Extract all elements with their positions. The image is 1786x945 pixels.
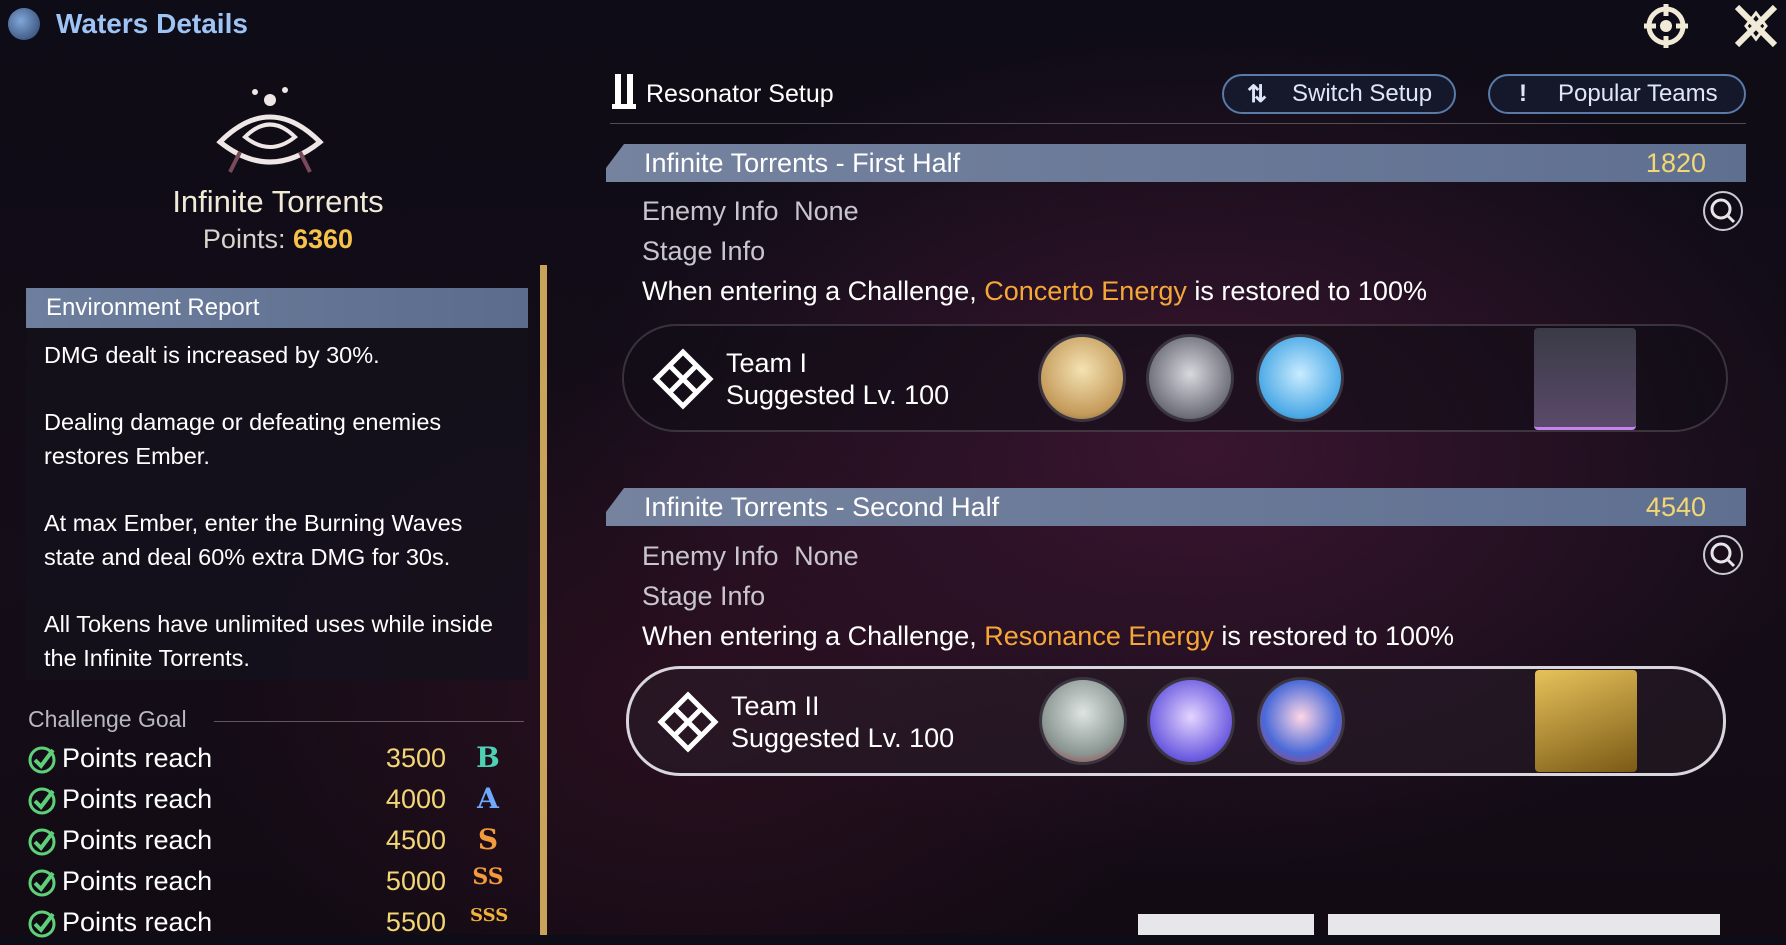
team-card-1[interactable]: Team I Suggested Lv. 100 (622, 324, 1728, 432)
left-scrollbar[interactable] (540, 265, 547, 935)
enemy-info-value: None (794, 541, 859, 571)
challenge-goal-title: Challenge Goal (28, 706, 187, 732)
echo-slot[interactable] (1535, 670, 1637, 772)
challenge-goal-row: Points reach 3500 B (26, 741, 506, 779)
challenge-goal-row: Points reach 5500 SSS (26, 905, 509, 943)
exclamation-icon: ! (1519, 80, 1527, 107)
half-score: 4540 (1645, 492, 1706, 522)
enemy-info: Enemy Info None (642, 196, 859, 227)
check-icon (26, 867, 58, 899)
enemy-info-label: Enemy Info (642, 196, 779, 226)
resonator-avatar[interactable] (1147, 677, 1235, 765)
divider (610, 123, 1746, 124)
goal-value: 4000 (385, 784, 446, 814)
team-name: Team I (726, 348, 808, 378)
half-score: 1820 (1645, 148, 1706, 178)
environment-report-header: Environment Report (26, 288, 528, 328)
enemy-info: Enemy Info None (642, 541, 859, 572)
swap-icon: ⇅ (1246, 80, 1268, 108)
page-title: Waters Details (56, 8, 248, 39)
goal-value: 5500 (385, 907, 446, 937)
challenge-goal-row: Points reach 4500 S (26, 823, 506, 861)
team-emblem-icon (657, 691, 719, 753)
stage-info-label: Stage Info (642, 581, 766, 611)
environment-report-title: Environment Report (46, 294, 260, 321)
desc-highlight: Concerto Energy (984, 276, 1187, 306)
goal-value: 3500 (385, 743, 446, 773)
switch-setup-button[interactable]: ⇅ Switch Setup (1222, 74, 1456, 114)
desc-text: When entering a Challenge, (642, 621, 985, 651)
desc-text: When entering a Challenge, (642, 276, 985, 306)
desc-highlight: Resonance Energy (984, 621, 1214, 651)
env-paragraph: DMG dealt is increased by 30%. (44, 342, 380, 368)
goal-value: 5000 (385, 866, 446, 896)
second-half-header: Infinite Torrents - Second Half 4540 (606, 488, 1746, 526)
team-level: Suggested Lv. 100 (726, 380, 950, 410)
resonator-setup-icon (612, 70, 638, 110)
challenge-goal-row: Points reach 4000 A (26, 782, 506, 820)
team-name: Team II (731, 691, 820, 721)
goal-label: Points reach (62, 825, 213, 855)
divider (214, 721, 524, 722)
resonator-avatar[interactable] (1256, 334, 1344, 422)
desc-text: is restored to 100% (1186, 276, 1427, 306)
stage-info-label: Stage Info (642, 236, 766, 266)
check-icon (26, 785, 58, 817)
stage-description: When entering a Challenge, Resonance Ene… (642, 621, 1454, 652)
check-icon (26, 908, 58, 940)
bottom-tab[interactable] (1328, 914, 1720, 935)
mode-emblem-icon (190, 82, 350, 182)
team-level: Suggested Lv. 100 (731, 723, 955, 753)
stage-description: When entering a Challenge, Concerto Ener… (642, 276, 1427, 307)
resonator-avatar[interactable] (1038, 334, 1126, 422)
env-paragraph: At max Ember, enter the Burning Waves st… (44, 510, 463, 570)
rank-badge-icon: SS (472, 864, 504, 890)
desc-text: is restored to 100% (1213, 621, 1455, 651)
team-emblem-icon (652, 348, 714, 410)
rank-badge-icon: SSS (470, 905, 509, 926)
environment-report-body: DMG dealt is increased by 30%. Dealing d… (26, 328, 528, 680)
enemy-info-search-icon[interactable] (1703, 535, 1743, 575)
env-paragraph: Dealing damage or defeating enemies rest… (44, 409, 442, 469)
rank-badge-icon: S (477, 823, 499, 856)
popular-teams-button[interactable]: ! Popular Teams (1488, 74, 1746, 114)
rank-badge-icon: B (476, 741, 500, 774)
game-logo-icon (8, 8, 40, 40)
goal-value: 4500 (385, 825, 446, 855)
bottom-tab[interactable] (1138, 914, 1314, 935)
enemy-info-value: None (794, 196, 859, 226)
enemy-info-search-icon[interactable] (1703, 191, 1743, 231)
mode-name: Infinite Torrents (172, 184, 384, 219)
resonator-avatar[interactable] (1039, 677, 1127, 765)
team-card-2[interactable]: Team II Suggested Lv. 100 (626, 666, 1726, 776)
goal-label: Points reach (62, 907, 213, 937)
points-value: 6360 (292, 224, 354, 254)
check-icon (26, 826, 58, 858)
total-points: Points: 6360 (0, 224, 556, 255)
goal-label: Points reach (62, 866, 213, 896)
goal-label: Points reach (62, 784, 213, 814)
settings-icon[interactable] (1640, 0, 1692, 52)
switch-setup-label: Switch Setup (1292, 80, 1433, 107)
resonator-avatar[interactable] (1146, 334, 1234, 422)
check-icon (26, 744, 58, 776)
rank-badge-icon: A (477, 782, 499, 815)
goal-label: Points reach (62, 743, 213, 773)
echo-slot[interactable] (1534, 328, 1636, 430)
popular-teams-label: Popular Teams (1558, 80, 1718, 107)
challenge-goal-row: Points reach 5000 SS (26, 864, 506, 902)
points-label: Points: (202, 224, 286, 254)
half-title: Infinite Torrents - First Half (644, 148, 961, 178)
first-half-header: Infinite Torrents - First Half 1820 (606, 144, 1746, 182)
setup-title: Resonator Setup (646, 80, 834, 108)
resonator-avatar[interactable] (1257, 677, 1345, 765)
env-paragraph: All Tokens have unlimited uses while ins… (44, 611, 493, 671)
close-icon[interactable] (1730, 0, 1782, 52)
enemy-info-label: Enemy Info (642, 541, 779, 571)
half-title: Infinite Torrents - Second Half (644, 492, 1000, 522)
